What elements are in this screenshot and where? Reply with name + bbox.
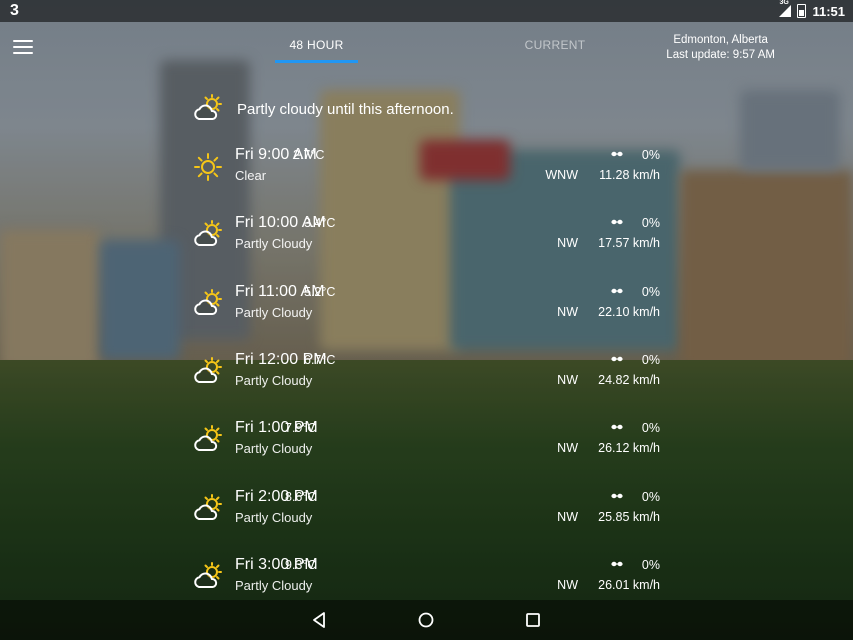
partly-cloudy-icon <box>194 288 222 315</box>
wind-direction: NW <box>557 577 578 592</box>
precip-chance: 0% <box>641 352 660 367</box>
last-update: Last update: 9:57 AM <box>666 49 775 61</box>
forecast-temp: 3.4°C <box>304 216 336 231</box>
precip-chance: 0% <box>641 421 660 436</box>
raindrops-icon <box>611 493 623 498</box>
forecast-row[interactable]: Fri 12:00 PM 6.7°C Partly Cloudy 0% NW 24.82… <box>193 351 660 407</box>
raindrops-icon <box>611 561 623 566</box>
partly-cloudy-icon <box>194 425 222 452</box>
menu-icon[interactable] <box>13 40 33 54</box>
precip-chance: 0% <box>641 557 660 572</box>
location-info: Edmonton, Alberta Last update: 9:57 AM <box>666 33 775 63</box>
wind-speed: 17.57 km/h <box>598 236 660 251</box>
summary-text: Partly cloudy until this afternoon. <box>237 100 454 118</box>
raindrops-icon <box>611 356 623 362</box>
precip-chance: 0% <box>641 489 660 504</box>
forecast-condition: Partly Cloudy <box>235 577 313 593</box>
partly-cloudy-icon <box>194 94 222 120</box>
forecast-condition: Partly Cloudy <box>235 509 313 525</box>
forecast-row[interactable]: Fri 11:00 AM 5.2°C Partly Cloudy 0% NW 22.10… <box>193 283 660 339</box>
forecast-temp: 9.3°C <box>285 557 317 572</box>
forecast-temp: 8.6°C <box>285 489 317 504</box>
wind-direction: NW <box>557 372 578 387</box>
notification-count: 3 <box>10 2 19 19</box>
back-icon[interactable] <box>310 610 330 630</box>
forecast-temp: 6.7°C <box>304 352 336 367</box>
forecast-condition: Partly Cloudy <box>235 304 313 320</box>
forecast-summary: Partly cloudy until this afternoon. <box>193 94 454 124</box>
precip-chance: 0% <box>641 148 660 162</box>
battery-icon <box>797 4 807 18</box>
clock: 11:51 <box>812 3 845 19</box>
wind-direction: NW <box>557 509 578 524</box>
raindrops-icon <box>611 288 623 293</box>
forecast-condition: Partly Cloudy <box>235 236 313 252</box>
forecast-row[interactable]: Fri 2:00 PM 8.6°C Partly Cloudy 0% NW 25.85 … <box>193 488 660 544</box>
forecast-condition: Partly Cloudy <box>235 372 313 388</box>
precip-chance: 0% <box>641 284 660 299</box>
wind-direction: WNW <box>545 168 578 182</box>
tab-current[interactable]: CURRENT <box>520 38 590 52</box>
navigation-bar <box>0 600 853 640</box>
wind-speed: 26.12 km/h <box>598 441 660 456</box>
tab-48-hour[interactable]: 48 HOUR <box>275 38 358 63</box>
recents-icon[interactable] <box>523 610 543 630</box>
forecast-row[interactable]: Fri 1:00 PM 7.9°C Partly Cloudy 0% NW 26.12 … <box>193 419 660 475</box>
partly-cloudy-icon <box>194 220 222 247</box>
sun-icon <box>194 153 222 181</box>
wind-direction: NW <box>557 304 578 319</box>
raindrops-icon <box>611 424 623 430</box>
partly-cloudy-icon <box>194 493 222 520</box>
forecast-temp: 2.7°C <box>293 148 325 162</box>
forecast-row[interactable]: Fri 10:00 AM 3.4°C Partly Cloudy 0% NW 17.57… <box>193 214 660 270</box>
forecast-temp: 5.2°C <box>304 284 336 299</box>
signal-icon: 3G <box>779 0 792 17</box>
status-bar: 3 3G 11:51 <box>0 0 853 22</box>
wind-speed: 26.01 km/h <box>598 577 660 592</box>
forecast-temp: 7.9°C <box>285 421 317 436</box>
raindrops-icon <box>611 220 623 225</box>
forecast-condition: Partly Cloudy <box>235 441 313 457</box>
home-icon[interactable] <box>416 610 436 630</box>
wind-speed: 24.82 km/h <box>598 372 660 387</box>
partly-cloudy-icon <box>194 561 222 588</box>
precip-chance: 0% <box>641 216 660 231</box>
wind-speed: 11.28 km/h <box>599 168 660 182</box>
raindrops-icon <box>611 151 623 157</box>
forecast-row[interactable]: Fri 9:00 AM 2.7°C Clear 0% WNW 11.28 km/h <box>193 146 660 202</box>
wind-speed: 22.10 km/h <box>598 304 660 319</box>
wind-speed: 25.85 km/h <box>598 509 660 524</box>
partly-cloudy-icon <box>194 356 222 383</box>
wind-direction: NW <box>557 441 578 456</box>
wind-direction: NW <box>557 236 578 251</box>
forecast-condition: Clear <box>235 168 267 183</box>
location-name: Edmonton, Alberta <box>673 34 768 46</box>
